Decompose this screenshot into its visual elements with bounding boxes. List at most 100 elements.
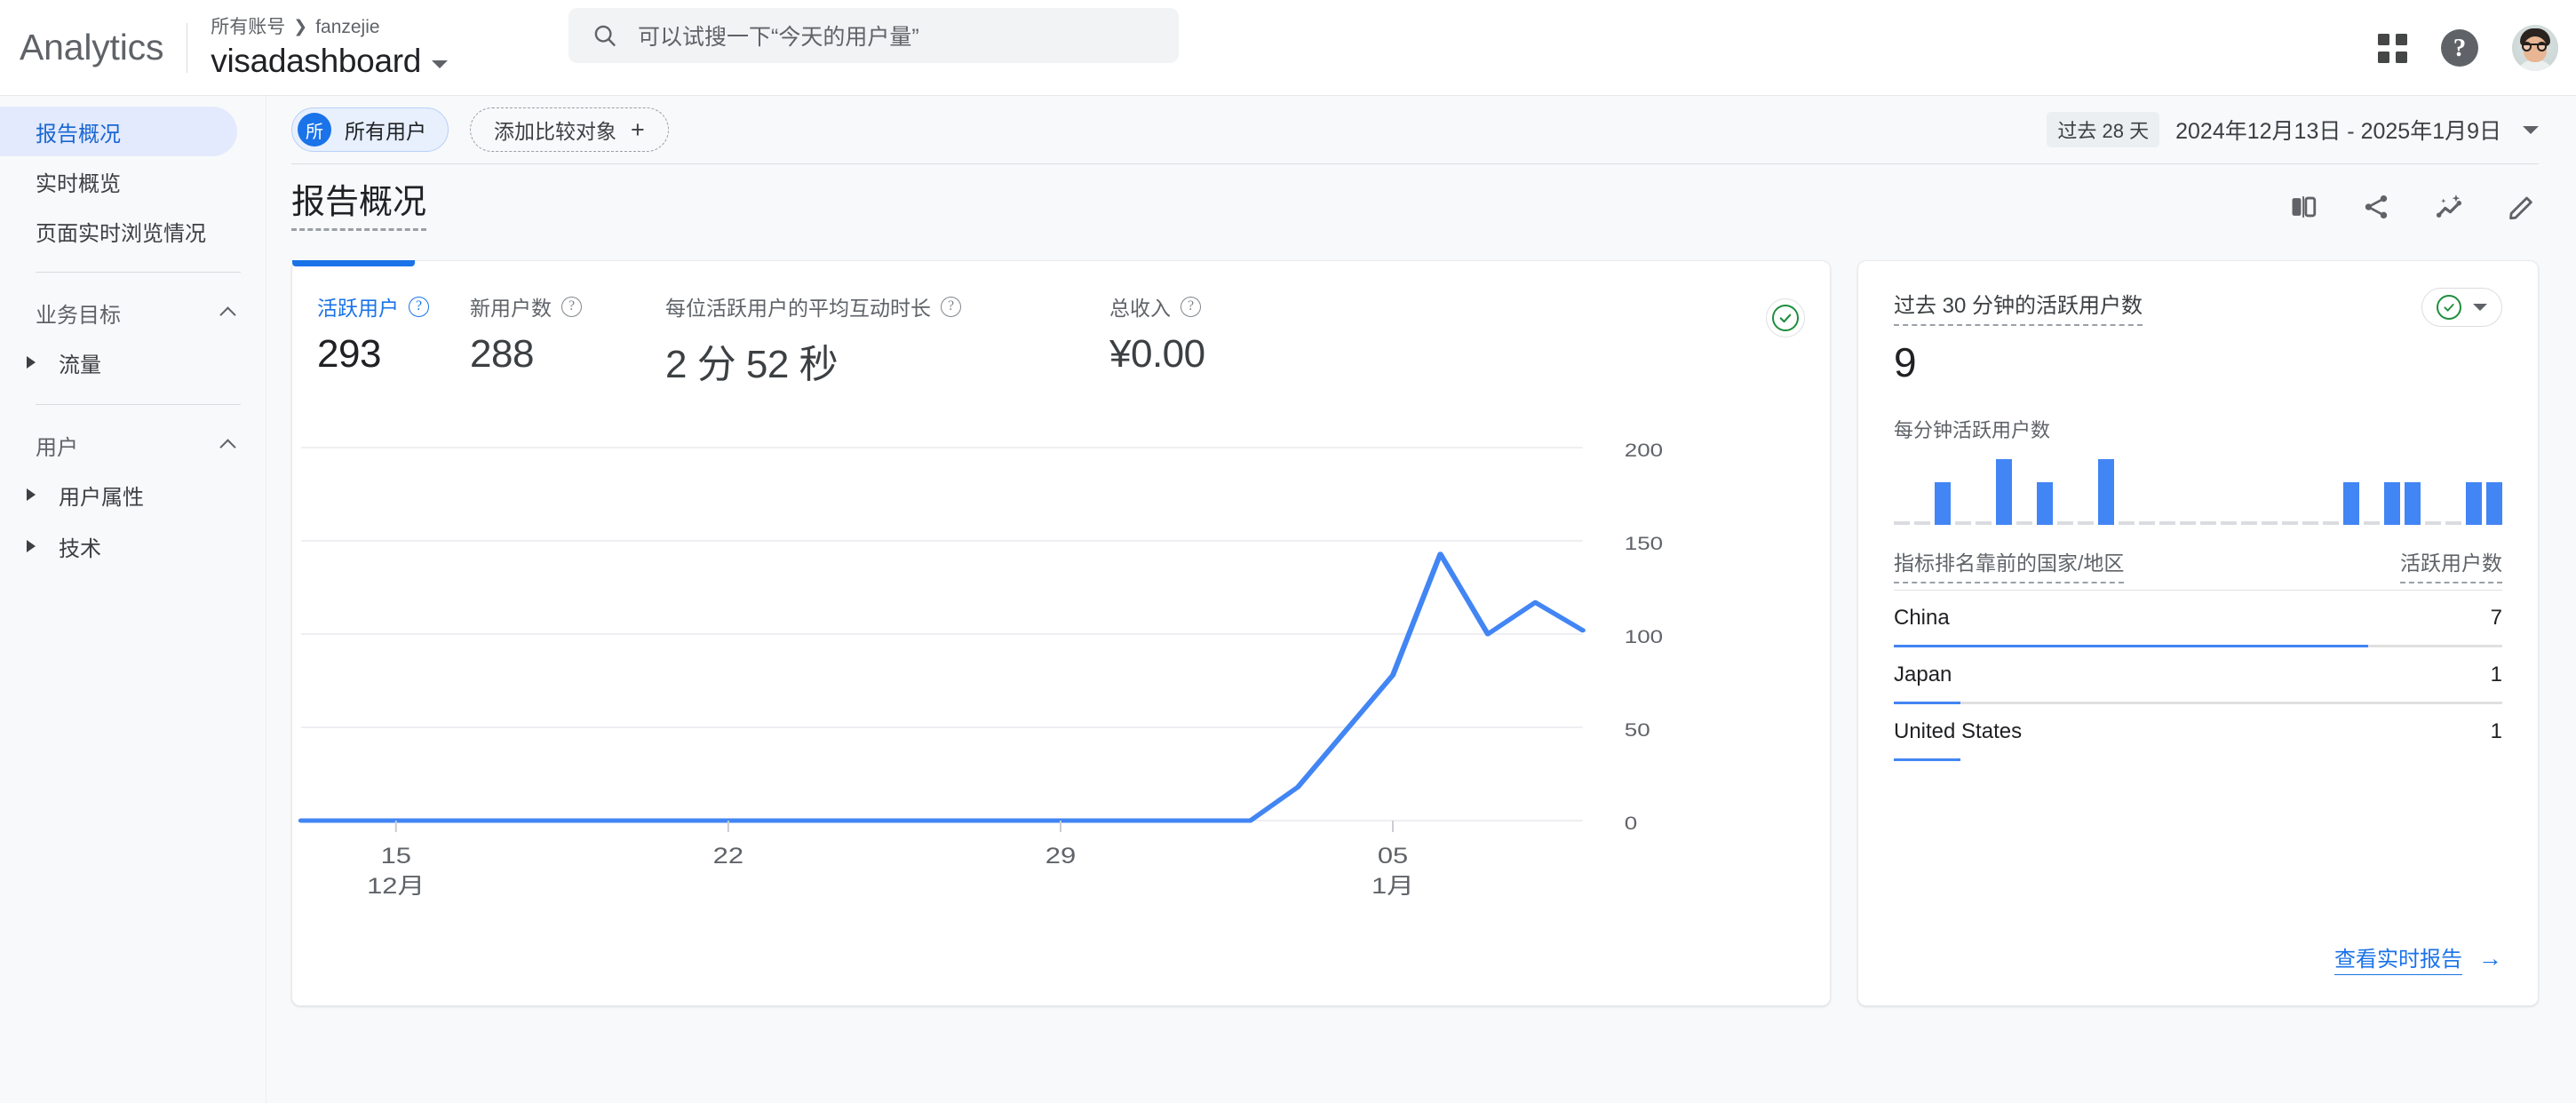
per-minute-bar[interactable] bbox=[2200, 457, 2216, 525]
per-minute-bar[interactable] bbox=[1914, 457, 1930, 525]
per-minute-label: 每分钟活跃用户数 bbox=[1894, 419, 2051, 441]
svg-text:50: 50 bbox=[1625, 720, 1650, 741]
per-minute-bar[interactable] bbox=[2302, 457, 2318, 525]
realtime-card: 过去 30 分钟的活跃用户数 9 每分钟活跃用户数 指标排名靠前的国家/地区 活… bbox=[1857, 260, 2539, 1006]
sidebar-item-label: 流量 bbox=[59, 353, 101, 377]
help-tooltip-icon[interactable]: ? bbox=[941, 296, 961, 317]
per-minute-bar[interactable] bbox=[2078, 457, 2094, 525]
svg-text:100: 100 bbox=[1625, 627, 1663, 647]
help-tooltip-icon[interactable]: ? bbox=[1181, 296, 1201, 317]
chevron-up-icon[interactable] bbox=[219, 306, 236, 323]
per-minute-bar[interactable] bbox=[2057, 457, 2073, 525]
per-minute-bar[interactable] bbox=[2016, 457, 2032, 525]
breadcrumb-property[interactable]: fanzejie bbox=[315, 15, 379, 39]
data-status-badge[interactable] bbox=[1766, 298, 1805, 337]
per-minute-bar[interactable] bbox=[1996, 457, 2012, 525]
per-minute-bar[interactable] bbox=[2282, 457, 2298, 525]
active-users-line-chart[interactable]: 0 50 100 150 200 15 12月 22 29 05 1月 bbox=[292, 396, 1830, 964]
view-realtime-report-link[interactable]: 查看实时报告 → bbox=[2334, 941, 2502, 975]
arrow-right-icon: → bbox=[2478, 944, 2502, 972]
analytics-logo[interactable]: Analytics bbox=[0, 27, 163, 68]
per-minute-bar[interactable] bbox=[2262, 457, 2278, 525]
share-icon[interactable] bbox=[2359, 190, 2393, 224]
per-minute-bar[interactable] bbox=[1976, 457, 1992, 525]
avatar[interactable] bbox=[2512, 25, 2558, 71]
sidebar-item-user-attributes[interactable]: 用户属性 bbox=[0, 469, 266, 520]
per-minute-bar-chart[interactable] bbox=[1894, 457, 2502, 525]
breadcrumb[interactable]: 所有账号 ❯ fanzejie bbox=[211, 15, 448, 39]
cards-row: 活跃用户 ? 293 新用户数 ? 288 每位活跃用户的平均互动时长 ? 2 … bbox=[266, 250, 2576, 1006]
bar bbox=[2241, 521, 2257, 525]
per-minute-bar[interactable] bbox=[2323, 457, 2339, 525]
bar bbox=[2037, 482, 2053, 525]
metric-tab-total-revenue[interactable]: 总收入 ? ¥0.00 bbox=[1109, 261, 1340, 396]
realtime-status-chip[interactable] bbox=[2421, 288, 2502, 327]
per-minute-bar[interactable] bbox=[2405, 457, 2421, 525]
insights-sparkle-icon[interactable] bbox=[2432, 190, 2466, 224]
per-minute-bar[interactable] bbox=[2139, 457, 2155, 525]
chevron-down-icon[interactable] bbox=[2473, 304, 2487, 311]
table-header-metric: 活跃用户数 bbox=[2400, 546, 2502, 583]
per-minute-bar[interactable] bbox=[2159, 457, 2175, 525]
add-comparison-button[interactable]: 添加比较对象 + bbox=[470, 107, 669, 152]
per-minute-bar[interactable] bbox=[2466, 457, 2482, 525]
metric-label: 总收入 bbox=[1109, 297, 1171, 320]
chevron-right-icon bbox=[27, 540, 36, 552]
svg-text:12月: 12月 bbox=[367, 874, 425, 899]
per-minute-bar[interactable] bbox=[1955, 457, 1971, 525]
per-minute-bar[interactable] bbox=[2343, 457, 2359, 525]
sidebar-group-business-goals[interactable]: 业务目标 bbox=[0, 289, 266, 337]
sidebar-item-technology[interactable]: 技术 bbox=[0, 520, 266, 572]
view-realtime-report-label: 查看实时报告 bbox=[2334, 941, 2462, 975]
sidebar-item-reports-overview[interactable]: 报告概况 bbox=[0, 107, 237, 156]
per-minute-bar[interactable] bbox=[2180, 457, 2196, 525]
help-tooltip-icon[interactable]: ? bbox=[409, 296, 429, 317]
per-minute-bar[interactable] bbox=[2425, 457, 2441, 525]
sidebar-divider bbox=[36, 272, 241, 273]
metric-tab-new-users[interactable]: 新用户数 ? 288 bbox=[470, 261, 665, 396]
search-input[interactable]: 可以试搜一下“今天的用户量” bbox=[568, 8, 1179, 63]
per-minute-bar[interactable] bbox=[2486, 457, 2502, 525]
per-minute-bar[interactable] bbox=[2119, 457, 2135, 525]
per-minute-bar[interactable] bbox=[2037, 457, 2053, 525]
per-minute-bar[interactable] bbox=[2221, 457, 2237, 525]
date-range-selector[interactable]: 过去 28 天 2024年12月13日 - 2025年1月9日 bbox=[2047, 96, 2539, 163]
apps-grid-icon[interactable] bbox=[2378, 33, 2407, 63]
per-minute-bar[interactable] bbox=[1894, 457, 1910, 525]
chevron-down-icon[interactable] bbox=[2523, 125, 2539, 134]
bar bbox=[2119, 521, 2135, 525]
table-row[interactable]: United States 1 bbox=[1894, 704, 2502, 761]
row-bar-fill bbox=[1894, 758, 1961, 761]
sidebar-item-realtime-overview[interactable]: 实时概览 bbox=[0, 156, 237, 206]
metric-value: 2 分 52 秒 bbox=[665, 343, 839, 386]
chevron-up-icon[interactable] bbox=[219, 439, 236, 456]
segment-chip-all-users[interactable]: 所 所有用户 bbox=[291, 107, 449, 152]
compare-split-icon[interactable] bbox=[2286, 190, 2320, 224]
bar bbox=[1914, 521, 1930, 525]
edit-pencil-icon[interactable] bbox=[2505, 190, 2539, 224]
per-minute-bar[interactable] bbox=[2098, 457, 2114, 525]
sidebar-group-users[interactable]: 用户 bbox=[0, 421, 266, 469]
per-minute-bar[interactable] bbox=[1935, 457, 1951, 525]
metric-tab-active-users[interactable]: 活跃用户 ? 293 bbox=[317, 261, 470, 396]
metric-value: ¥0.00 bbox=[1109, 332, 1205, 376]
country-users: 7 bbox=[2490, 606, 2502, 630]
property-name-row[interactable]: visadashboard bbox=[211, 43, 449, 80]
table-row[interactable]: China 7 bbox=[1894, 591, 2502, 647]
metric-tab-avg-engagement-time[interactable]: 每位活跃用户的平均互动时长 ? 2 分 52 秒 bbox=[665, 261, 1109, 396]
per-minute-bar[interactable] bbox=[2364, 457, 2380, 525]
chevron-down-icon[interactable] bbox=[432, 60, 449, 69]
per-minute-bar[interactable] bbox=[2384, 457, 2400, 525]
per-minute-bar[interactable] bbox=[2241, 457, 2257, 525]
help-icon[interactable]: ? bbox=[2441, 29, 2478, 67]
help-tooltip-icon[interactable]: ? bbox=[561, 296, 582, 317]
svg-text:1月: 1月 bbox=[1371, 874, 1414, 899]
breadcrumb-account[interactable]: 所有账号 bbox=[211, 15, 285, 39]
chevron-right-icon bbox=[27, 488, 36, 501]
sidebar-group-label: 用户 bbox=[36, 435, 78, 460]
bar bbox=[2200, 521, 2216, 525]
per-minute-bar[interactable] bbox=[2445, 457, 2461, 525]
sidebar-item-traffic[interactable]: 流量 bbox=[0, 337, 266, 388]
table-row[interactable]: Japan 1 bbox=[1894, 647, 2502, 704]
sidebar-item-pages-realtime[interactable]: 页面实时浏览情况 bbox=[0, 206, 237, 256]
